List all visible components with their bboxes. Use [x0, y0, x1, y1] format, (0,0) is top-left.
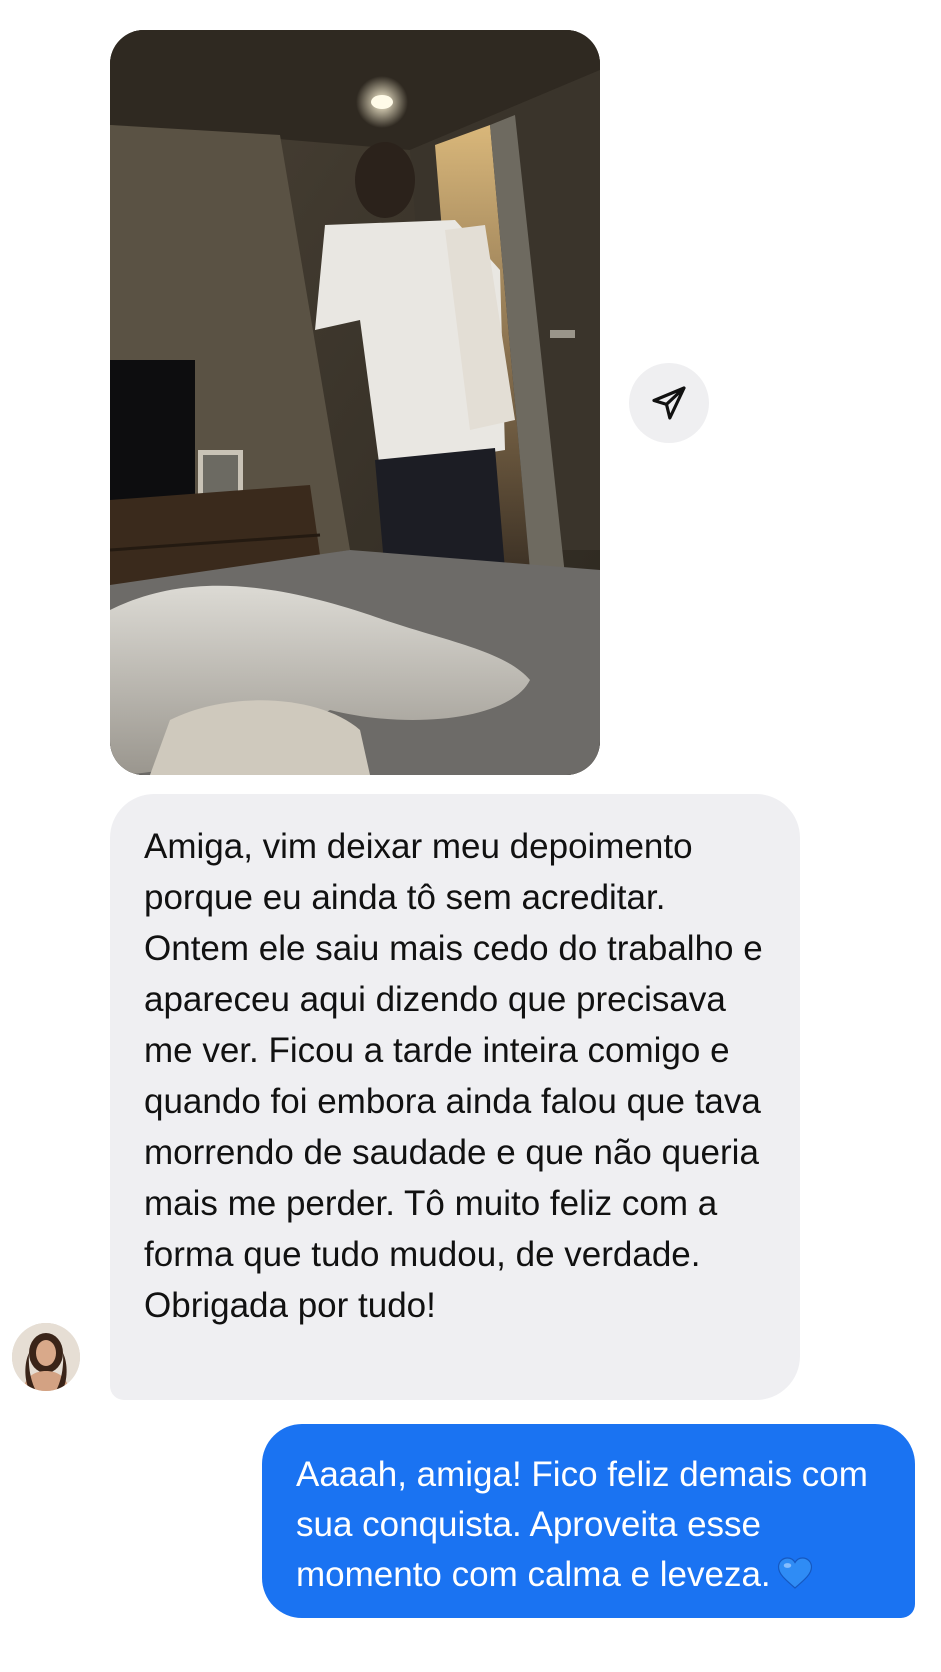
blue-heart-icon — [777, 1554, 813, 1604]
photo-message[interactable] — [110, 30, 600, 775]
contact-avatar[interactable] — [12, 1323, 80, 1391]
incoming-message-text: Amiga, vim deixar meu depoimento porque … — [144, 827, 763, 1325]
share-button[interactable] — [629, 363, 709, 443]
bedroom-photo — [110, 30, 600, 775]
avatar-image — [12, 1323, 80, 1391]
paper-plane-icon — [652, 386, 686, 420]
incoming-message-bubble[interactable]: Amiga, vim deixar meu depoimento porque … — [110, 794, 800, 1400]
outgoing-message-bubble[interactable]: Aaaah, amiga! Fico feliz demais com sua … — [262, 1424, 915, 1618]
chat-thread: Amiga, vim deixar meu depoimento porque … — [0, 0, 941, 1672]
